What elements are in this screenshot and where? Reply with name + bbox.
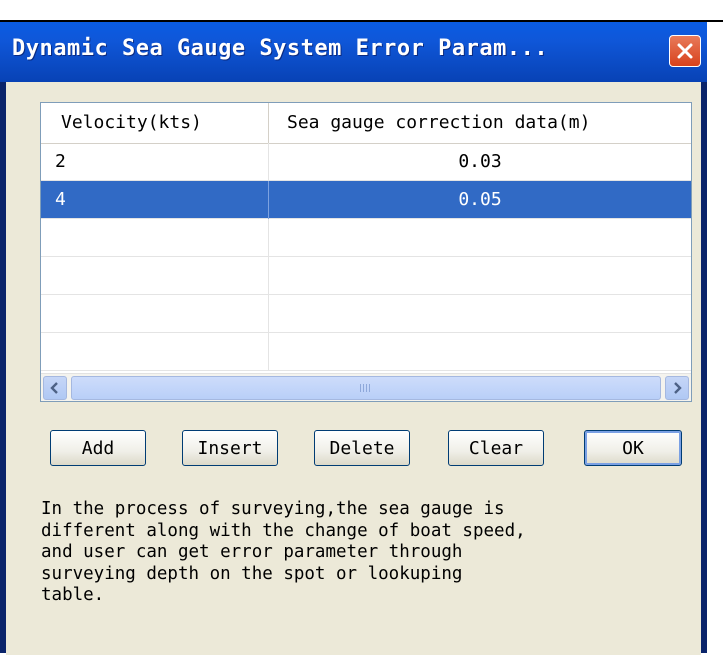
insert-button[interactable]: Insert (182, 430, 278, 466)
scroll-left-button[interactable] (43, 376, 67, 400)
dialog-window: Dynamic Sea Gauge System Error Param... … (0, 20, 707, 655)
empty-cell (41, 219, 269, 257)
column-header-velocity[interactable]: Velocity(kts) (41, 103, 269, 143)
chevron-right-icon (674, 382, 682, 394)
window-title: Dynamic Sea Gauge System Error Param... (12, 36, 549, 61)
add-button[interactable]: Add (50, 430, 146, 466)
scroll-thumb[interactable] (71, 376, 661, 400)
description-text: In the process of surveying,the sea gaug… (41, 499, 526, 605)
delete-button[interactable]: Delete (314, 430, 410, 466)
title-bar[interactable]: Dynamic Sea Gauge System Error Param... (0, 22, 707, 82)
empty-table-row[interactable] (41, 333, 691, 371)
ok-button[interactable]: OK (584, 430, 682, 466)
table-row-selected[interactable]: 4 0.05 (41, 181, 691, 219)
velocity-cell[interactable]: 4 (41, 181, 269, 219)
table-body: 2 0.03 4 0.05 (41, 143, 691, 371)
empty-cell (269, 257, 691, 295)
dialog-body: Velocity(kts) Sea gauge correction data(… (6, 82, 701, 655)
empty-cell (269, 295, 691, 333)
chevron-left-icon (50, 382, 58, 394)
table-header: Velocity(kts) Sea gauge correction data(… (41, 103, 691, 144)
grip-icon (360, 384, 372, 392)
table-row[interactable]: 2 0.03 (41, 143, 691, 181)
correction-cell[interactable]: 0.03 (269, 143, 691, 181)
close-button[interactable] (669, 35, 701, 67)
correction-cell[interactable]: 0.05 (269, 181, 691, 219)
empty-cell (41, 295, 269, 333)
empty-cell (41, 333, 269, 371)
empty-cell (269, 333, 691, 371)
empty-table-row[interactable] (41, 219, 691, 257)
empty-table-row[interactable] (41, 257, 691, 295)
empty-table-row[interactable] (41, 295, 691, 333)
empty-cell (41, 257, 269, 295)
correction-table[interactable]: Velocity(kts) Sea gauge correction data(… (40, 102, 692, 402)
close-icon (677, 43, 693, 59)
clear-button[interactable]: Clear (448, 430, 544, 466)
scroll-right-button[interactable] (665, 376, 689, 400)
horizontal-scrollbar[interactable] (41, 373, 691, 401)
empty-cell (269, 219, 691, 257)
background-window-strip (0, 0, 723, 22)
column-header-correction[interactable]: Sea gauge correction data(m) (269, 103, 691, 143)
velocity-cell[interactable]: 2 (41, 143, 269, 181)
